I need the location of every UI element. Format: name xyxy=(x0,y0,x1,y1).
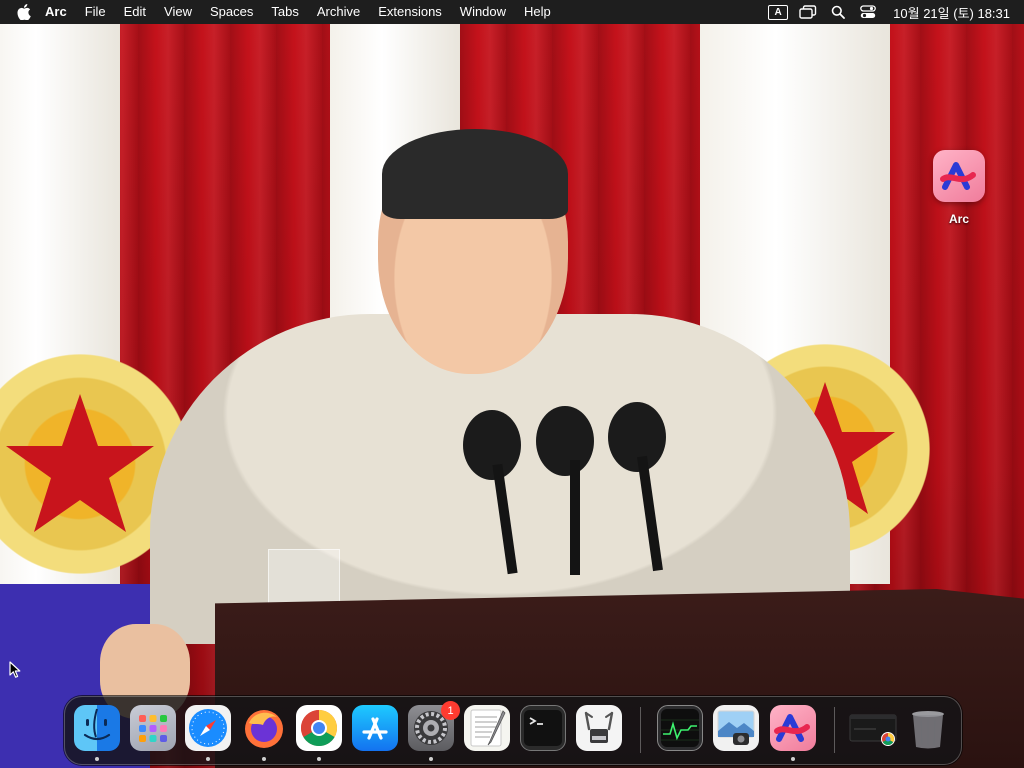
menu-window[interactable]: Window xyxy=(451,0,515,24)
menu-archive[interactable]: Archive xyxy=(308,0,369,24)
desktop-wallpaper xyxy=(0,24,1024,768)
menu-file[interactable]: File xyxy=(76,0,115,24)
mouse-cursor-icon xyxy=(9,661,21,678)
dock-trash[interactable] xyxy=(905,705,951,751)
spotlight-button[interactable] xyxy=(823,0,853,24)
dock-app-store[interactable] xyxy=(352,705,398,751)
dock-preview[interactable] xyxy=(713,705,759,751)
menu-app-name[interactable]: Arc xyxy=(36,0,76,24)
menu-spaces[interactable]: Spaces xyxy=(201,0,262,24)
menu-view[interactable]: View xyxy=(155,0,201,24)
dock-arc[interactable] xyxy=(770,705,816,751)
notification-badge: 1 xyxy=(441,701,460,720)
arc-app-icon xyxy=(933,150,985,202)
dock-separator xyxy=(834,707,835,753)
dock-terminal[interactable] xyxy=(520,705,566,751)
running-indicator xyxy=(95,757,99,761)
window-switcher-button[interactable] xyxy=(793,0,823,24)
apple-menu[interactable] xyxy=(12,4,36,20)
dock-textedit[interactable] xyxy=(464,705,510,751)
dock: 1 xyxy=(64,696,962,765)
dock-firefox[interactable] xyxy=(241,705,287,751)
system-information-icon xyxy=(584,711,614,743)
window-switcher-icon xyxy=(799,5,817,19)
chrome-window-thumbnail-icon xyxy=(849,714,897,746)
menu-help[interactable]: Help xyxy=(515,0,560,24)
menu-tabs[interactable]: Tabs xyxy=(262,0,307,24)
arc-icon xyxy=(774,714,810,742)
desktop-icon-arc[interactable]: Arc xyxy=(926,150,992,226)
menu-bar-clock[interactable]: 10월 21일 (토) 18:31 xyxy=(883,3,1024,22)
wallpaper-mic-stand xyxy=(570,460,580,575)
trash-icon xyxy=(912,711,944,749)
control-center-button[interactable] xyxy=(853,0,883,24)
running-indicator xyxy=(791,757,795,761)
dock-finder[interactable] xyxy=(74,705,120,751)
terminal-icon xyxy=(524,710,562,746)
running-indicator xyxy=(317,757,321,761)
dock-safari[interactable] xyxy=(185,705,231,751)
desktop-icon-label: Arc xyxy=(948,212,969,226)
app-store-icon xyxy=(362,717,388,740)
menu-bar: Arc File Edit View Spaces Tabs Archive E… xyxy=(0,0,1024,24)
chrome-icon xyxy=(300,710,338,747)
menu-edit[interactable]: Edit xyxy=(115,0,155,24)
textedit-icon xyxy=(470,709,506,747)
dock-minimized-chrome-window[interactable] xyxy=(848,705,900,751)
finder-icon xyxy=(83,708,111,741)
dock-chrome[interactable] xyxy=(296,705,342,751)
input-source-menu[interactable]: A xyxy=(763,0,793,24)
wallpaper-person-hair xyxy=(382,129,568,219)
dock-activity-monitor[interactable] xyxy=(657,705,703,751)
control-center-icon xyxy=(860,5,877,18)
dock-separator xyxy=(640,707,641,753)
preview-icon xyxy=(717,710,755,745)
running-indicator xyxy=(262,757,266,761)
firefox-icon xyxy=(245,710,283,748)
running-indicator xyxy=(429,757,433,761)
launchpad-icon xyxy=(139,715,167,742)
dock-system-information[interactable] xyxy=(576,705,622,751)
safari-icon xyxy=(189,709,227,747)
menu-extensions[interactable]: Extensions xyxy=(369,0,451,24)
input-source-indicator: A xyxy=(768,4,789,20)
menu-bar-status-area: A 10월 21일 (토) 18:31 xyxy=(763,0,1024,24)
activity-monitor-icon xyxy=(661,709,699,747)
apple-icon xyxy=(17,4,31,20)
wallpaper-microphone xyxy=(536,406,594,476)
dock-launchpad[interactable] xyxy=(130,705,176,751)
running-indicator xyxy=(206,757,210,761)
spotlight-search-icon xyxy=(831,5,846,19)
